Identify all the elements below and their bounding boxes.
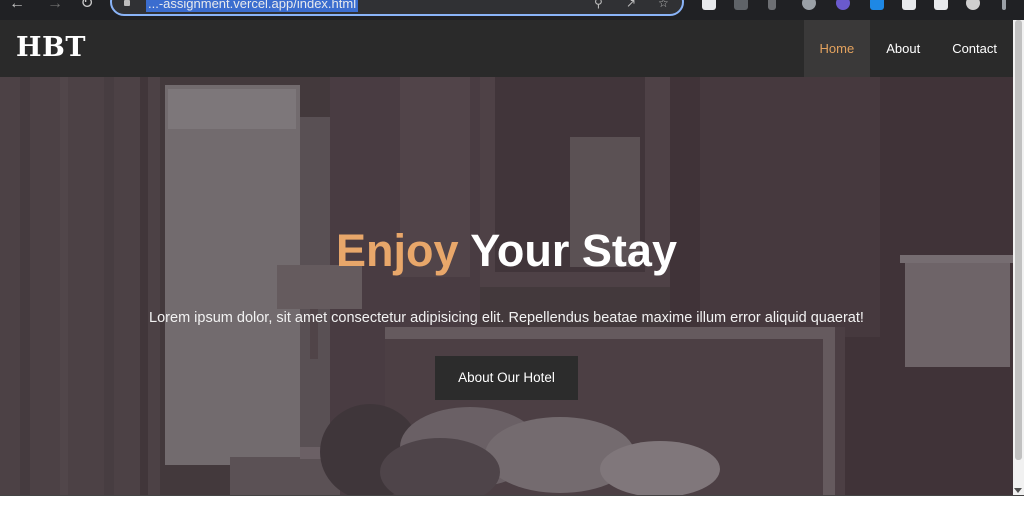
share-icon[interactable]: ↗ — [626, 0, 636, 10]
scrollbar-thumb[interactable] — [1015, 20, 1022, 460]
site-logo[interactable]: HBT — [16, 32, 86, 63]
lock-icon[interactable] — [124, 0, 130, 6]
extension-icon[interactable] — [734, 0, 748, 10]
page-scrollbar[interactable] — [1013, 20, 1024, 495]
about-hotel-button[interactable]: About Our Hotel — [435, 356, 578, 400]
site-navbar: HBT Home About Contact — [0, 20, 1013, 77]
address-bar[interactable]: ...-assignment.vercel.app/index.html ⚲ ↗… — [110, 0, 684, 16]
extension-icon[interactable] — [870, 0, 884, 10]
extension-icon[interactable] — [702, 0, 716, 10]
extension-icon[interactable] — [836, 0, 850, 10]
back-icon[interactable]: ← — [8, 0, 26, 14]
reload-icon[interactable]: ↻ — [78, 0, 96, 14]
hero-title-accent: Enjoy — [336, 225, 459, 276]
nav-link-about[interactable]: About — [870, 20, 936, 77]
page-frame: ← → ↻ ...-assignment.vercel.app/index.ht… — [0, 0, 1024, 506]
nav-link-home[interactable]: Home — [803, 20, 871, 77]
nav-links: Home About Contact — [803, 20, 1013, 77]
extension-icon[interactable] — [902, 0, 916, 10]
hero-overlay — [0, 77, 1013, 495]
profile-avatar[interactable] — [966, 0, 980, 10]
bottom-edge — [0, 495, 1024, 506]
menu-icon[interactable] — [1002, 0, 1006, 10]
star-icon[interactable]: ☆ — [658, 0, 669, 10]
hero-description: Lorem ipsum dolor, sit amet consectetur … — [149, 310, 864, 326]
forward-icon[interactable]: → — [46, 0, 64, 14]
hero-title-main: Your Stay — [470, 225, 677, 276]
extension-icon[interactable] — [934, 0, 948, 10]
nav-link-contact[interactable]: Contact — [936, 20, 1013, 77]
extension-icon[interactable] — [768, 0, 776, 10]
browser-toolbar: ← → ↻ ...-assignment.vercel.app/index.ht… — [0, 0, 1024, 20]
scroll-down-arrow[interactable] — [1014, 488, 1022, 493]
url-text[interactable]: ...-assignment.vercel.app/index.html — [146, 0, 359, 12]
hero-section: Enjoy Your Stay Lorem ipsum dolor, sit a… — [0, 77, 1013, 495]
hero-title: Enjoy Your Stay — [0, 223, 1013, 279]
extension-icon[interactable] — [802, 0, 816, 10]
search-icon[interactable]: ⚲ — [594, 0, 603, 10]
